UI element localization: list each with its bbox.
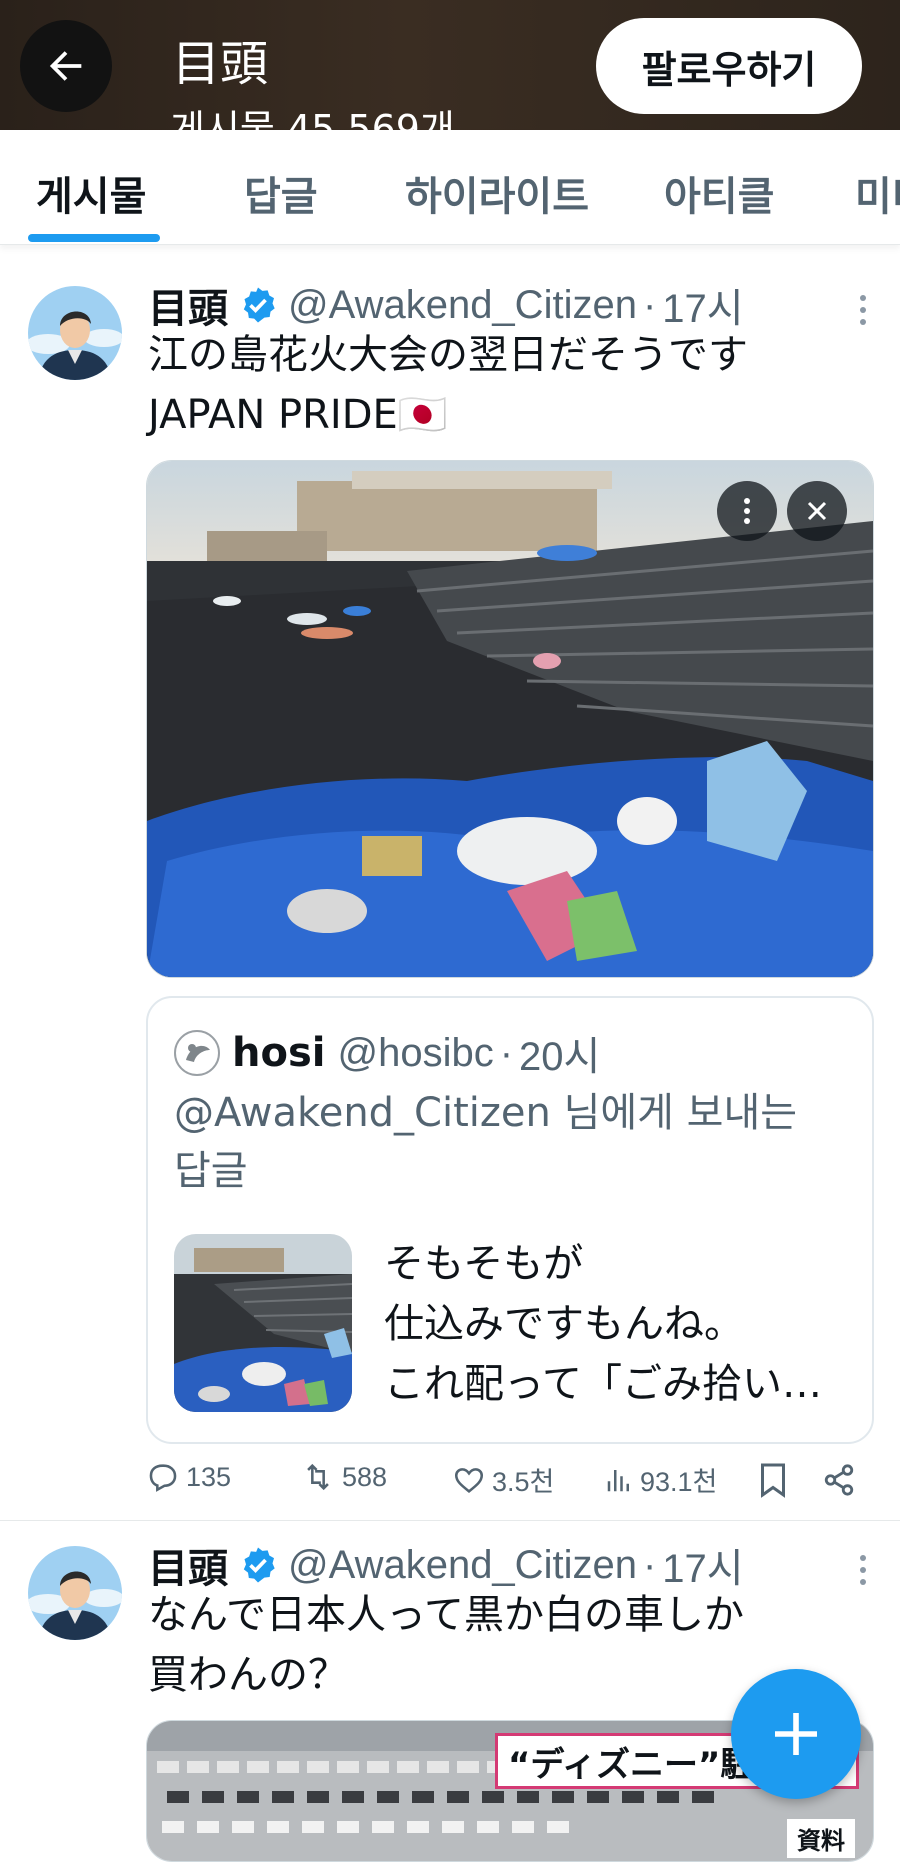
back-arrow-icon — [49, 51, 82, 81]
views-button[interactable]: 93.1천 — [604, 1460, 717, 1499]
follow-button[interactable]: 팔로우하기 — [596, 18, 862, 114]
avatar[interactable] — [28, 286, 122, 380]
tab-replies[interactable]: 답글 — [244, 164, 318, 222]
quote-author-name[interactable]: hosi — [232, 1030, 325, 1076]
more-icon — [744, 498, 750, 524]
author-handle[interactable]: @Awakend_Citizen — [288, 283, 637, 328]
author-handle[interactable]: @Awakend_Citizen — [288, 1543, 637, 1588]
post-divider — [0, 1520, 900, 1521]
post-text: 江の島花火大会の翌日だそうです JAPAN PRIDE🇯🇵 — [148, 325, 748, 445]
compose-button[interactable] — [731, 1669, 861, 1799]
beach-litter-photo — [147, 461, 873, 977]
post-image[interactable] — [146, 460, 874, 978]
verified-badge-icon — [243, 1547, 275, 1583]
close-icon — [807, 501, 827, 521]
repost-button[interactable]: 588 — [300, 1460, 387, 1494]
reply-context-line: 답글 — [174, 1148, 248, 1194]
plus-icon — [775, 1713, 817, 1755]
repost-icon — [307, 1463, 329, 1491]
quote-reply-context: @Awakend_Citizen 님에게 보내는 답글 — [174, 1084, 797, 1200]
post-text-line: JAPAN PRIDE🇯🇵 — [148, 392, 448, 438]
bookmark-icon[interactable] — [758, 1462, 788, 1498]
profile-tabs: 게시물 답글 하이라이트 아티클 미디 — [0, 130, 900, 245]
repost-count: 588 — [342, 1461, 388, 1492]
separator-dot: · — [499, 1030, 514, 1075]
tab-media[interactable]: 미디 — [855, 164, 900, 222]
like-icon — [454, 1467, 484, 1493]
quote-text: そもそもが 仕込みですもんね。 これ配って「ごみ拾い… — [384, 1234, 822, 1414]
avatar[interactable] — [174, 1030, 220, 1076]
quote-author-handle[interactable]: @hosibc — [337, 1031, 493, 1076]
profile-header: 目頭 게시물 45,569개 팔로우하기 — [0, 0, 900, 130]
quote-header: hosi @hosibc · 20시 — [174, 1024, 600, 1082]
media-tag: 資料 — [787, 1819, 855, 1858]
separator-dot: · — [642, 282, 657, 327]
more-icon[interactable] — [856, 290, 870, 330]
avatar[interactable] — [28, 1546, 122, 1640]
tab-highlights[interactable]: 하이라이트 — [405, 164, 589, 222]
profile-name: 目頭 — [172, 36, 269, 92]
post-text-line: 買わんの？ — [148, 1652, 348, 1698]
quote-thumbnail[interactable] — [174, 1234, 352, 1412]
like-count: 3.5천 — [492, 1467, 555, 1497]
active-tab-indicator — [28, 234, 160, 242]
post-count: 게시물 45,569개 — [170, 107, 455, 130]
reply-context-line: @Awakend_Citizen 님에게 보내는 — [174, 1090, 798, 1136]
share-icon[interactable] — [822, 1462, 856, 1498]
image-close-button[interactable] — [787, 481, 847, 541]
quote-text-line: そもそもが — [384, 1241, 584, 1287]
post-text-line: なんで日本人って黒か白の車しか — [148, 1592, 744, 1638]
tab-posts[interactable]: 게시물 — [36, 164, 146, 222]
separator-dot: · — [642, 1542, 657, 1587]
tab-articles[interactable]: 아티클 — [664, 164, 774, 222]
quote-text-line: 仕込みですもんね。 — [384, 1301, 744, 1347]
post-text-line: 江の島花火大会の翌日だそうです — [148, 332, 748, 378]
quoted-post[interactable]: hosi @hosibc · 20시 @Awakend_Citizen 님에게 … — [146, 996, 874, 1444]
reply-button[interactable]: 135 — [146, 1460, 231, 1494]
quote-time[interactable]: 20시 — [519, 1024, 600, 1082]
more-icon[interactable] — [856, 1550, 870, 1590]
views-icon — [607, 1469, 629, 1491]
quote-text-line: これ配って「ごみ拾い… — [384, 1361, 822, 1407]
post-text: なんで日本人って黒か白の車しか 買わんの？ — [148, 1585, 744, 1705]
reply-count: 135 — [186, 1461, 232, 1492]
view-count: 93.1천 — [640, 1467, 718, 1497]
post-actions: 135 588 3.5천 93.1천 — [146, 1460, 872, 1504]
back-button[interactable] — [20, 20, 112, 112]
like-button[interactable]: 3.5천 — [452, 1460, 554, 1499]
image-more-button[interactable] — [717, 481, 777, 541]
verified-badge-icon — [243, 287, 275, 323]
reply-icon — [149, 1464, 177, 1492]
